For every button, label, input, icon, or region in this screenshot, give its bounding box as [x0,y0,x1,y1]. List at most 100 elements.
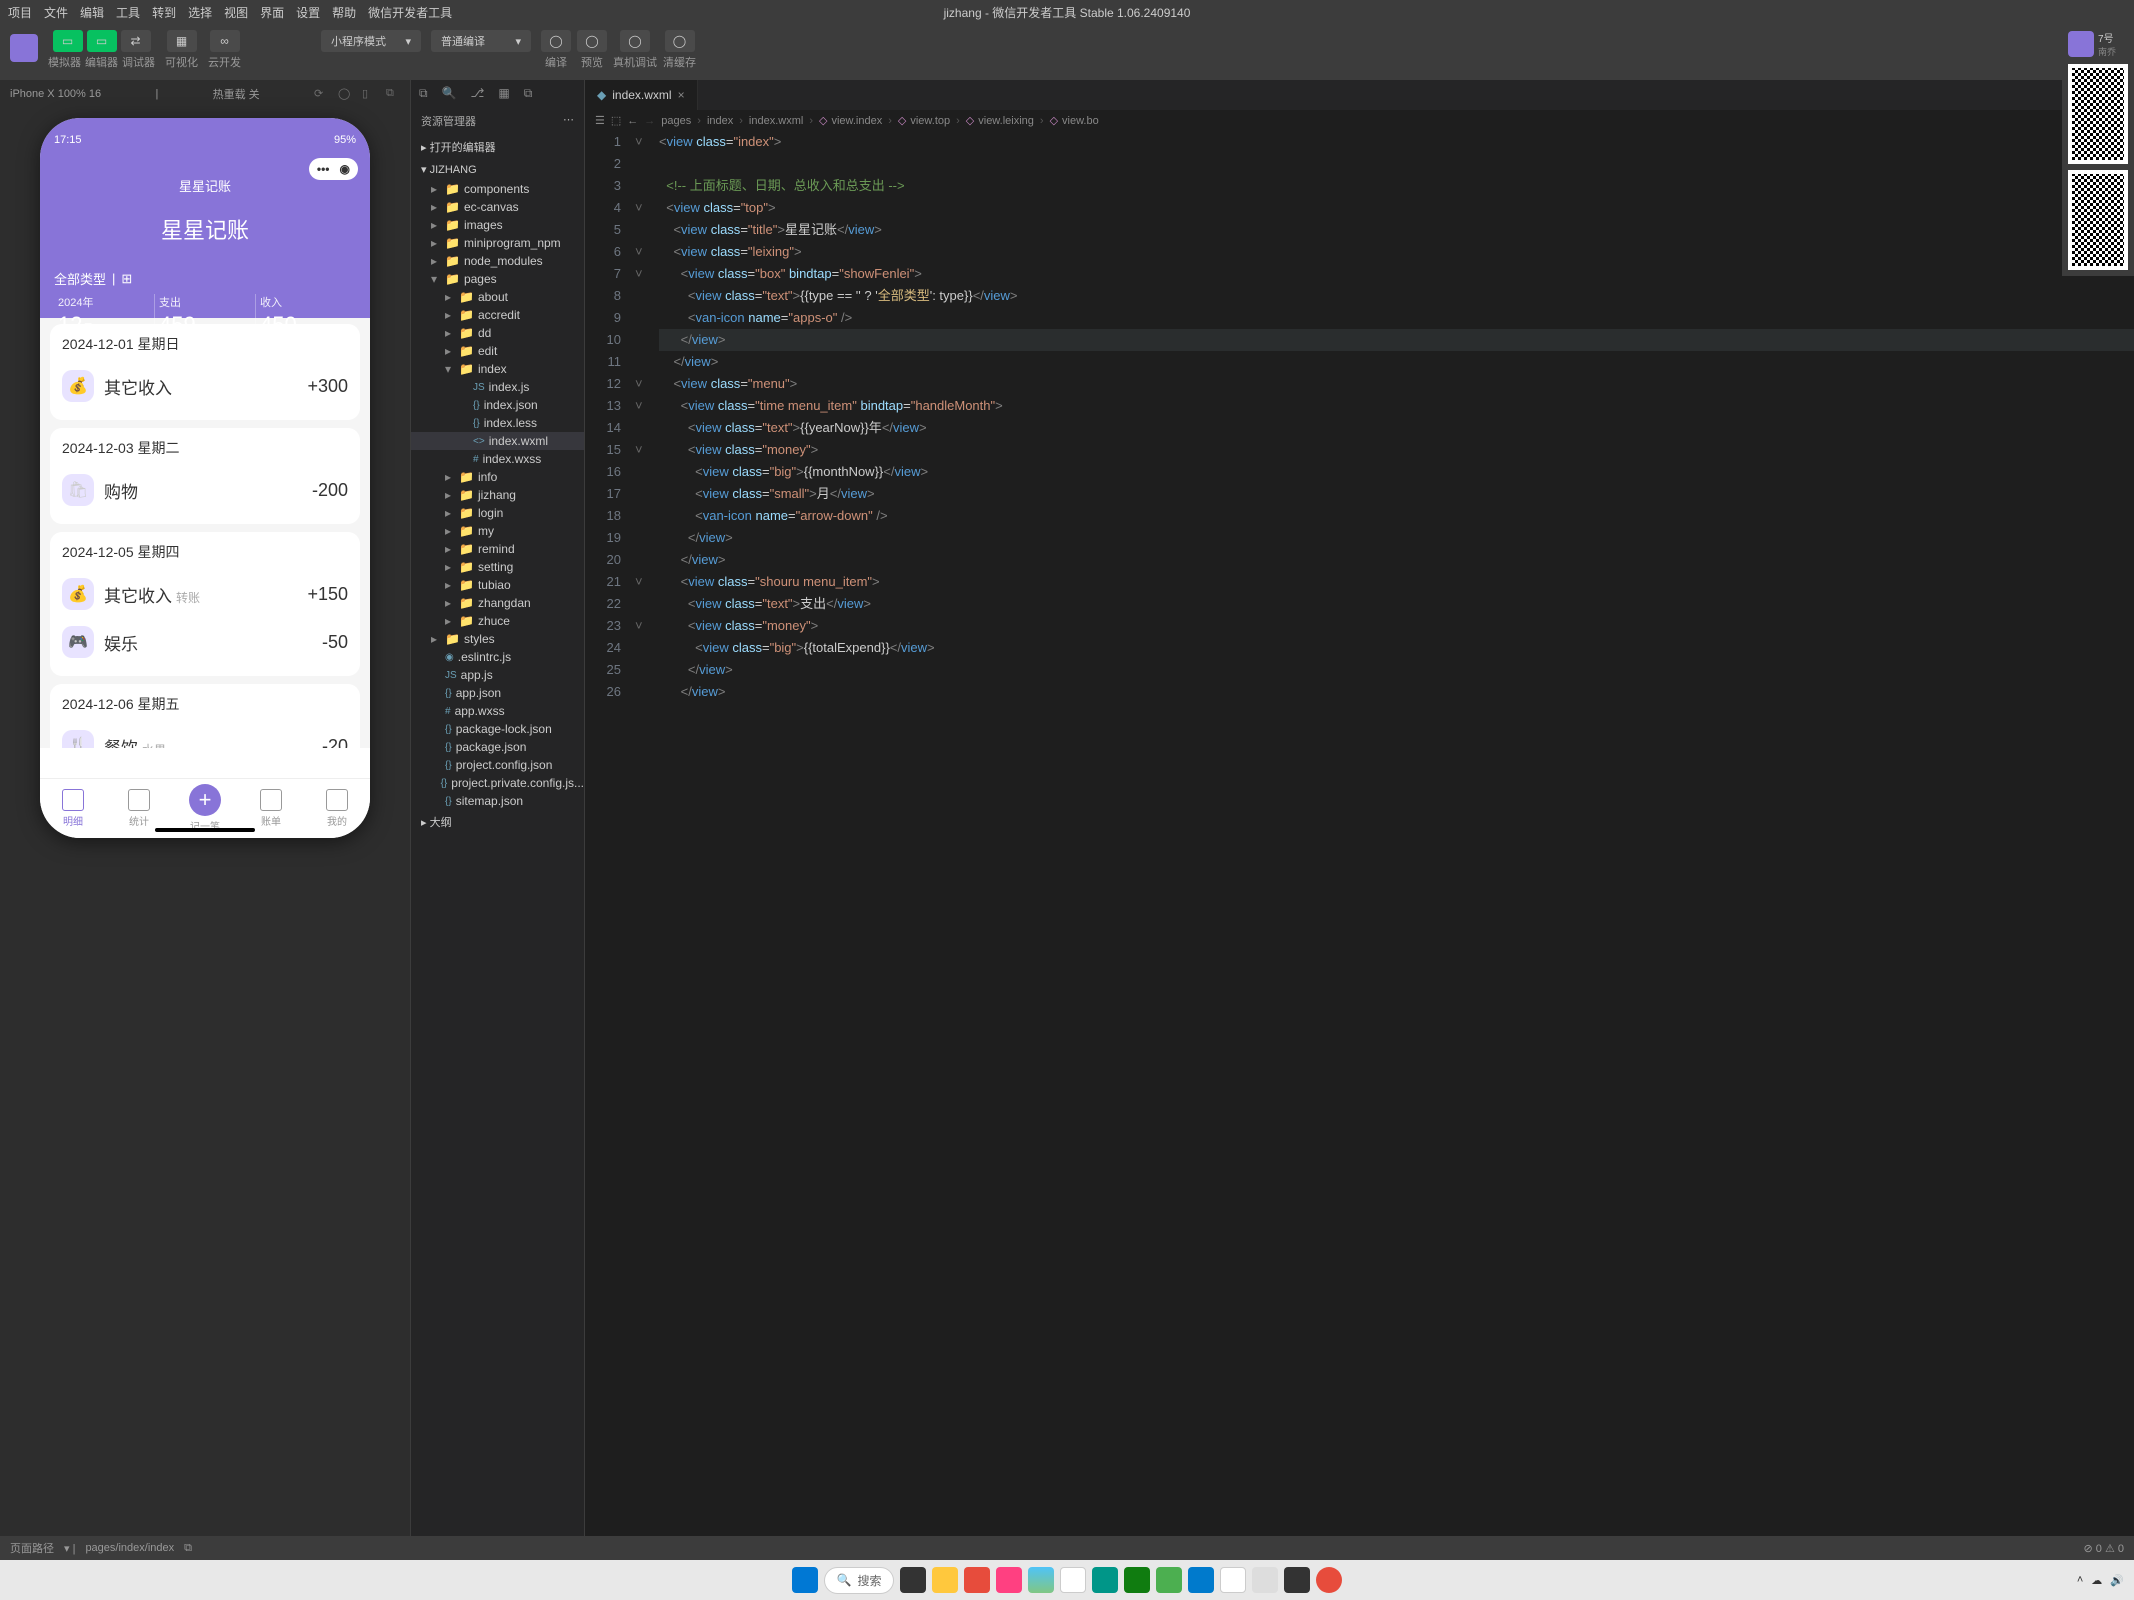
visual-button[interactable]: ▦ [167,30,197,52]
menu-设置[interactable]: 设置 [296,4,320,21]
refresh-icon[interactable]: ⟳ [314,87,328,101]
close-icon[interactable]: × [678,88,685,102]
tree-setting[interactable]: ▸📁setting [411,558,584,576]
filter-type[interactable]: 全部类型 [54,269,106,288]
start-button[interactable] [792,1567,818,1593]
tree-remind[interactable]: ▸📁remind [411,540,584,558]
device-select[interactable]: iPhone X 100% 16 [10,88,101,100]
tree-node_modules[interactable]: ▸📁node_modules [411,252,584,270]
mode-select[interactable]: 小程序模式▾ [321,30,421,52]
chrome-icon[interactable] [1220,1567,1246,1593]
tree-index.js[interactable]: JSindex.js [411,378,584,396]
user-avatar[interactable] [2068,31,2094,57]
files-icon[interactable]: ⧉ [419,86,428,101]
app-icon[interactable] [1252,1567,1278,1593]
tree-index.wxss[interactable]: #index.wxss [411,450,584,468]
phone-simulator[interactable]: 17:15 95% •••◉ 星星记账 星星记账 全部类型 | ⊞ 2024年1… [40,118,370,838]
breadcrumb-item[interactable]: index.wxml [749,115,803,127]
menu-微信开发者工具[interactable]: 微信开发者工具 [368,4,452,21]
terminal-icon[interactable] [1284,1567,1310,1593]
tree-info[interactable]: ▸📁info [411,468,584,486]
tree-components[interactable]: ▸📁components [411,180,584,198]
record-item[interactable]: 🍴餐饮水果-20 [62,722,348,748]
section-outline[interactable]: ▸ 大纲 [411,810,584,834]
tray-chevron-icon[interactable]: ˄ [2077,1574,2083,1586]
menu-文件[interactable]: 文件 [44,4,68,21]
record-item[interactable]: 💰其它收入+300 [62,362,348,410]
tree-my[interactable]: ▸📁my [411,522,584,540]
copy-icon[interactable]: ⧉ [184,1542,192,1555]
tree-project.config.json[interactable]: {}project.config.json [411,756,584,774]
app-icon[interactable] [1028,1567,1054,1593]
tree-zhuce[interactable]: ▸📁zhuce [411,612,584,630]
tree-app.js[interactable]: JSapp.js [411,666,584,684]
tree-app.json[interactable]: {}app.json [411,684,584,702]
tray-icon[interactable]: ☁ [2091,1574,2102,1587]
tree-accredit[interactable]: ▸📁accredit [411,306,584,324]
tree-tubiao[interactable]: ▸📁tubiao [411,576,584,594]
cloud-button[interactable]: ∞ [210,30,240,52]
debugger-button[interactable]: ⇄ [121,30,151,52]
menu-icon[interactable]: ☰ [595,114,605,127]
record-item[interactable]: 💰其它收入转账+150 [62,570,348,618]
menu-项目[interactable]: 项目 [8,4,32,21]
tree-package-lock.json[interactable]: {}package-lock.json [411,720,584,738]
menu-帮助[interactable]: 帮助 [332,4,356,21]
tree-dd[interactable]: ▸📁dd [411,324,584,342]
error-count[interactable]: ⊘ 0 ⚠ 0 [2084,1542,2124,1555]
section-project[interactable]: ▾ JIZHANG [411,159,584,180]
app-icon[interactable] [1060,1567,1086,1593]
more-icon[interactable]: ⋯ [563,113,574,129]
预览-button[interactable]: ◯ [577,30,607,52]
menu-视图[interactable]: 视图 [224,4,248,21]
menu-界面[interactable]: 界面 [260,4,284,21]
tree-package.json[interactable]: {}package.json [411,738,584,756]
back-icon[interactable]: ← [627,115,638,127]
layer-icon[interactable]: ⧉ [524,86,533,101]
vscode-icon[interactable] [1188,1567,1214,1593]
record-item[interactable]: 🛍购物-200 [62,466,348,514]
page-path[interactable]: pages/index/index [85,1542,174,1554]
forward-icon[interactable]: → [644,115,655,127]
tree-miniprogram_npm[interactable]: ▸📁miniprogram_npm [411,234,584,252]
project-avatar[interactable] [10,34,38,62]
menu-选择[interactable]: 选择 [188,4,212,21]
tab-明细[interactable]: 明细 [40,779,106,838]
breadcrumb-item[interactable]: pages [661,115,691,127]
apps-icon[interactable]: ⊞ [121,271,132,287]
search-icon[interactable]: 🔍 [442,86,457,101]
tray-icon[interactable]: 🔊 [2110,1574,2124,1587]
tree-sitemap.json[interactable]: {}sitemap.json [411,792,584,810]
menu-工具[interactable]: 工具 [116,4,140,21]
tree-ec-canvas[interactable]: ▸📁ec-canvas [411,198,584,216]
编译-button[interactable]: ◯ [541,30,571,52]
tab-我的[interactable]: 我的 [304,779,370,838]
tree-login[interactable]: ▸📁login [411,504,584,522]
wechat-icon[interactable] [1156,1567,1182,1593]
tree-.eslintrc.js[interactable]: ◉.eslintrc.js [411,648,584,666]
record-item[interactable]: 🎮娱乐-50 [62,618,348,666]
popout-icon[interactable]: ⧉ [386,87,400,101]
compile-select[interactable]: 普通编译▾ [431,30,531,52]
tree-jizhang[interactable]: ▸📁jizhang [411,486,584,504]
simulator-button[interactable]: ▭ [53,30,83,52]
section-open-editors[interactable]: ▸ 打开的编辑器 [411,135,584,159]
tree-zhangdan[interactable]: ▸📁zhangdan [411,594,584,612]
breadcrumb-item[interactable]: ◇ view.top [898,114,950,127]
box-icon[interactable]: ▦ [498,86,509,101]
tree-app.wxss[interactable]: #app.wxss [411,702,584,720]
tree-index[interactable]: ▾📁index [411,360,584,378]
tree-project.private.config.js...[interactable]: {}project.private.config.js... [411,774,584,792]
taskview-icon[interactable] [900,1567,926,1593]
tree-styles[interactable]: ▸📁styles [411,630,584,648]
breadcrumb-item[interactable]: ◇ view.bo [1050,114,1099,127]
home-icon[interactable]: ◯ [338,87,352,101]
wps-icon[interactable] [1124,1567,1150,1593]
breadcrumb[interactable]: ☰ ⬚ ← → pages›index›index.wxml›◇ view.in… [585,110,2134,131]
app-icon[interactable] [996,1567,1022,1593]
taskbar-search[interactable]: 🔍 搜索 [824,1567,895,1594]
app-icon[interactable] [1092,1567,1118,1593]
record-icon[interactable] [1316,1567,1342,1593]
tree-pages[interactable]: ▾📁pages [411,270,584,288]
真机调试-button[interactable]: ◯ [620,30,650,52]
